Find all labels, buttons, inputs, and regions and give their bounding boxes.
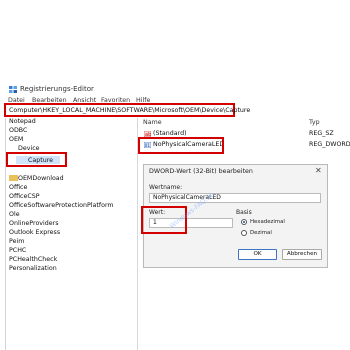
close-icon[interactable]: ✕ [315,166,322,175]
radio-hexadecimal-label[interactable]: Hexadezimal [250,219,285,225]
ok-button[interactable]: OK [238,249,277,260]
tree-item-notepad[interactable]: Notepad [9,118,36,125]
tree-item-pchealthcheck[interactable]: PCHealthCheck [9,256,57,263]
tree-item-pchc[interactable]: PCHC [9,247,26,254]
dialog-title: DWORD-Wert (32-Bit) bearbeiten [149,168,253,175]
window-title: Registrierungs-Editor [20,85,94,93]
value-name-field[interactable]: NoPhysicalCameraLED [149,193,321,203]
value-row-type: REG_DWORD [309,141,350,148]
tree-item-officecsp[interactable]: OfficeCSP [9,193,40,200]
value-name-label: Wertname: [149,184,183,191]
registry-editor-icon [9,86,17,93]
tree-item-ole[interactable]: Ole [9,211,20,218]
column-header-name[interactable]: Name [143,119,162,126]
value-row-name[interactable]: (Standard) [153,130,187,137]
radio-decimal-label[interactable]: Dezimal [250,230,272,236]
column-header-type[interactable]: Typ [309,119,320,126]
tree-item-oem[interactable]: OEM [9,136,23,143]
value-highlight-box [138,137,224,154]
tree-item-odbc[interactable]: ODBC [9,127,27,134]
tree-item-personalization[interactable]: Personalization [9,265,57,272]
tree-item-officesoftwareprotectionplatform[interactable]: OfficeSoftwareProtectionPlatform [9,202,114,209]
tree-item-device[interactable]: Device [18,145,40,152]
cancel-button[interactable]: Abbrechen [282,249,322,260]
radio-hexadecimal[interactable] [241,219,247,225]
tree-item-oemdownload[interactable]: OEMDownload [18,175,64,182]
tree-item-outlook-express[interactable]: Outlook Express [9,229,60,236]
tree-item-onlineproviders[interactable]: OnlineProviders [9,220,59,227]
tree-item-peim[interactable]: Peim [9,238,24,245]
radio-decimal[interactable] [241,230,247,236]
value-row-type: REG_SZ [309,130,334,137]
tree-item-office[interactable]: Office [9,184,27,191]
address-bar[interactable]: Computer\HKEY_LOCAL_MACHINE\SOFTWARE\Mic… [4,103,250,117]
base-label: Basis [236,209,252,216]
title-bar: Registrierungs-Editor [0,84,350,96]
capture-highlight-box [6,152,67,167]
folder-icon [9,175,18,181]
address-path[interactable]: Computer\HKEY_LOCAL_MACHINE\SOFTWARE\Mic… [9,107,250,114]
